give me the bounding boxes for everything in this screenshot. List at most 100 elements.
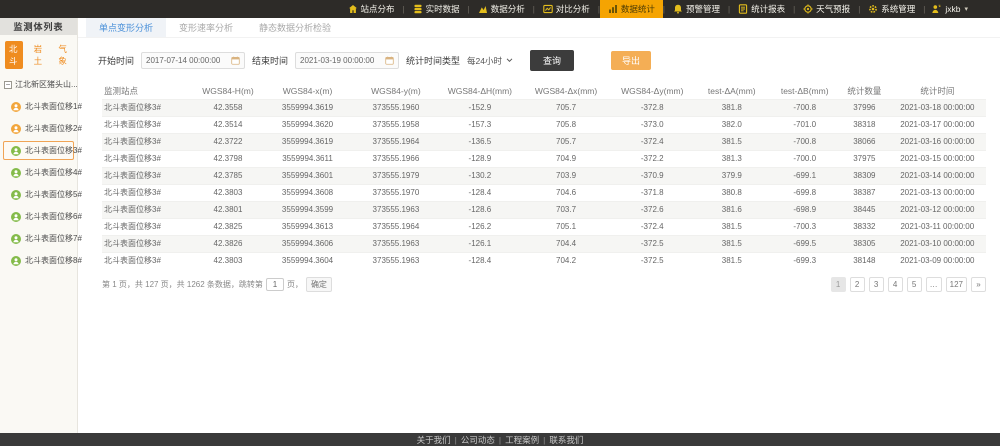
cell-count: 38318 xyxy=(840,116,889,133)
query-button[interactable]: 查询 xyxy=(530,50,574,71)
confirm-jump-button[interactable]: 确定 xyxy=(306,277,332,292)
cell-test-b: -700.8 xyxy=(769,133,840,150)
footer-link-contact[interactable]: 联系我们 xyxy=(549,434,583,446)
calendar-icon xyxy=(385,56,394,65)
table-row: 北斗表面位移3# 42.3803 3559994.3608 373555.197… xyxy=(102,184,986,201)
cell-station: 北斗表面位移3# xyxy=(102,99,195,116)
sidebar-item-station-1[interactable]: 北斗表面位移1# xyxy=(3,97,74,116)
cell-wgs84-y: 373555.1966 xyxy=(354,150,438,167)
nav-label: 天气预报 xyxy=(816,3,850,15)
table-row: 北斗表面位移3# 42.3801 3559994.3599 373555.196… xyxy=(102,201,986,218)
nav-item-realtime-data[interactable]: 实时数据 xyxy=(405,0,468,18)
sidebar-item-station-6[interactable]: 北斗表面位移6# xyxy=(3,207,74,226)
page-button[interactable]: … xyxy=(926,277,942,292)
column-header-delta-x: WGS84-Δx(mm) xyxy=(522,83,610,99)
gear-icon xyxy=(868,4,878,14)
sidebar-tab-geotech[interactable]: 岩土 xyxy=(30,41,48,69)
cell-station: 北斗表面位移3# xyxy=(102,184,195,201)
cell-test-b: -700.0 xyxy=(769,150,840,167)
cell-wgs84-y: 373555.1963 xyxy=(354,201,438,218)
table-row: 北斗表面位移3# 42.3825 3559994.3613 373555.196… xyxy=(102,218,986,235)
footer-divider: | xyxy=(543,435,545,445)
cell-delta-y: -371.8 xyxy=(610,184,694,201)
page-button[interactable]: 5 xyxy=(907,277,922,292)
sidebar-item-station-4[interactable]: 北斗表面位移4# xyxy=(3,163,74,182)
cell-delta-x: 704.2 xyxy=(522,252,610,269)
cell-time: 2021-03-16 00:00:00 xyxy=(889,133,986,150)
cell-delta-x: 704.4 xyxy=(522,235,610,252)
page-button[interactable]: 2 xyxy=(850,277,865,292)
tab-single-point-deformation[interactable]: 单点变形分析 xyxy=(86,18,166,37)
cell-delta-y: -372.5 xyxy=(610,252,694,269)
user-menu[interactable]: jxkb ▾ xyxy=(925,0,974,18)
interval-type-select[interactable]: 每24小时 xyxy=(467,55,513,67)
cell-time: 2021-03-14 00:00:00 xyxy=(889,167,986,184)
cell-wgs84-h: 42.3825 xyxy=(195,218,261,235)
cell-delta-h: -126.1 xyxy=(438,235,522,252)
collapse-icon[interactable]: − xyxy=(4,81,12,89)
nav-item-site-distribution[interactable]: 站点分布 xyxy=(340,0,403,18)
page-button[interactable]: 1 xyxy=(831,277,846,292)
nav-item-data-analysis[interactable]: 数据分析 xyxy=(470,0,533,18)
nav-label: 站点分布 xyxy=(361,3,395,15)
cell-station: 北斗表面位移3# xyxy=(102,201,195,218)
nav-label: 数据统计 xyxy=(621,3,655,15)
sidebar-item-station-7[interactable]: 北斗表面位移7# xyxy=(3,229,74,248)
page-button[interactable]: 4 xyxy=(888,277,903,292)
cell-test-a: 379.9 xyxy=(694,167,769,184)
table-row: 北斗表面位移3# 42.3558 3559994.3619 373555.196… xyxy=(102,99,986,116)
column-header-delta-h: WGS84-ΔH(mm) xyxy=(438,83,522,99)
sidebar-item-station-2[interactable]: 北斗表面位移2# xyxy=(3,119,74,138)
start-time-input[interactable]: 2017-07-14 00:00:00 xyxy=(141,52,245,69)
nav-label: 预警管理 xyxy=(686,3,720,15)
page-jump-input[interactable] xyxy=(266,278,284,291)
cell-test-b: -701.0 xyxy=(769,116,840,133)
sidebar-tab-beidou[interactable]: 北斗 xyxy=(5,41,23,69)
column-header-test-a: test-ΔA(mm) xyxy=(694,83,769,99)
nav-item-data-statistics[interactable]: 数据统计 xyxy=(600,0,663,18)
sidebar-item-station-5[interactable]: 北斗表面位移5# xyxy=(3,185,74,204)
station-label: 北斗表面位移7# xyxy=(25,233,82,244)
nav-label: 实时数据 xyxy=(426,3,460,15)
sidebar: 监测体列表 北斗 岩土 气象 − 江北新区猪头山... 北斗表面位移1# 北斗表… xyxy=(0,18,78,433)
cell-test-a: 381.6 xyxy=(694,201,769,218)
tab-deformation-rate[interactable]: 变形速率分析 xyxy=(166,18,246,37)
footer-link-projects[interactable]: 工程案例 xyxy=(505,434,539,446)
footer: 关于我们 | 公司动态 | 工程案例 | 联系我们 xyxy=(0,433,1000,446)
nav-item-statistics-report[interactable]: 统计报表 xyxy=(730,0,793,18)
report-icon xyxy=(738,4,748,14)
page-button[interactable]: » xyxy=(971,277,986,292)
cell-wgs84-y: 373555.1963 xyxy=(354,252,438,269)
nav-item-weather-forecast[interactable]: 天气预报 xyxy=(795,0,858,18)
tab-static-data-analysis[interactable]: 静态数据分析检验 xyxy=(246,18,344,37)
sidebar-item-station-8[interactable]: 北斗表面位移8# xyxy=(3,251,74,270)
sidebar-tabs: 北斗 岩土 气象 xyxy=(0,35,77,74)
cell-wgs84-h: 42.3785 xyxy=(195,167,261,184)
sidebar-tab-weather[interactable]: 气象 xyxy=(54,41,72,69)
nav-item-system-management[interactable]: 系统管理 xyxy=(860,0,923,18)
table-header-row: 监测站点 WGS84-H(m) WGS84-x(m) WGS84-y(m) WG… xyxy=(102,83,986,99)
cell-test-b: -700.8 xyxy=(769,99,840,116)
cell-delta-y: -370.9 xyxy=(610,167,694,184)
station-icon xyxy=(11,256,21,266)
cell-wgs84-x: 3559994.3608 xyxy=(261,184,354,201)
nav-item-alert-management[interactable]: 预警管理 xyxy=(665,0,728,18)
end-time-input[interactable]: 2021-03-19 00:00:00 xyxy=(295,52,399,69)
footer-link-company-news[interactable]: 公司动态 xyxy=(461,434,495,446)
table-row: 北斗表面位移3# 42.3785 3559994.3601 373555.197… xyxy=(102,167,986,184)
tree-root-node[interactable]: − 江北新区猪头山... xyxy=(0,74,77,94)
table-row: 北斗表面位移3# 42.3722 3559994.3619 373555.196… xyxy=(102,133,986,150)
cell-wgs84-x: 3559994.3611 xyxy=(261,150,354,167)
export-button[interactable]: 导出 xyxy=(611,51,651,70)
cell-wgs84-h: 42.3801 xyxy=(195,201,261,218)
nav-item-compare-analysis[interactable]: 对比分析 xyxy=(535,0,598,18)
sidebar-item-station-3[interactable]: 北斗表面位移3# xyxy=(3,141,74,160)
page-button[interactable]: 127 xyxy=(946,277,967,292)
cell-time: 2021-03-17 00:00:00 xyxy=(889,116,986,133)
footer-link-about[interactable]: 关于我们 xyxy=(417,434,451,446)
weather-icon xyxy=(803,4,813,14)
page-info-text: 第 1 页，共 127 页，共 1262 条数据，跳转第 xyxy=(102,279,263,290)
table-row: 北斗表面位移3# 42.3514 3559994.3620 373555.195… xyxy=(102,116,986,133)
page-button[interactable]: 3 xyxy=(869,277,884,292)
compare-chart-icon xyxy=(543,4,553,14)
